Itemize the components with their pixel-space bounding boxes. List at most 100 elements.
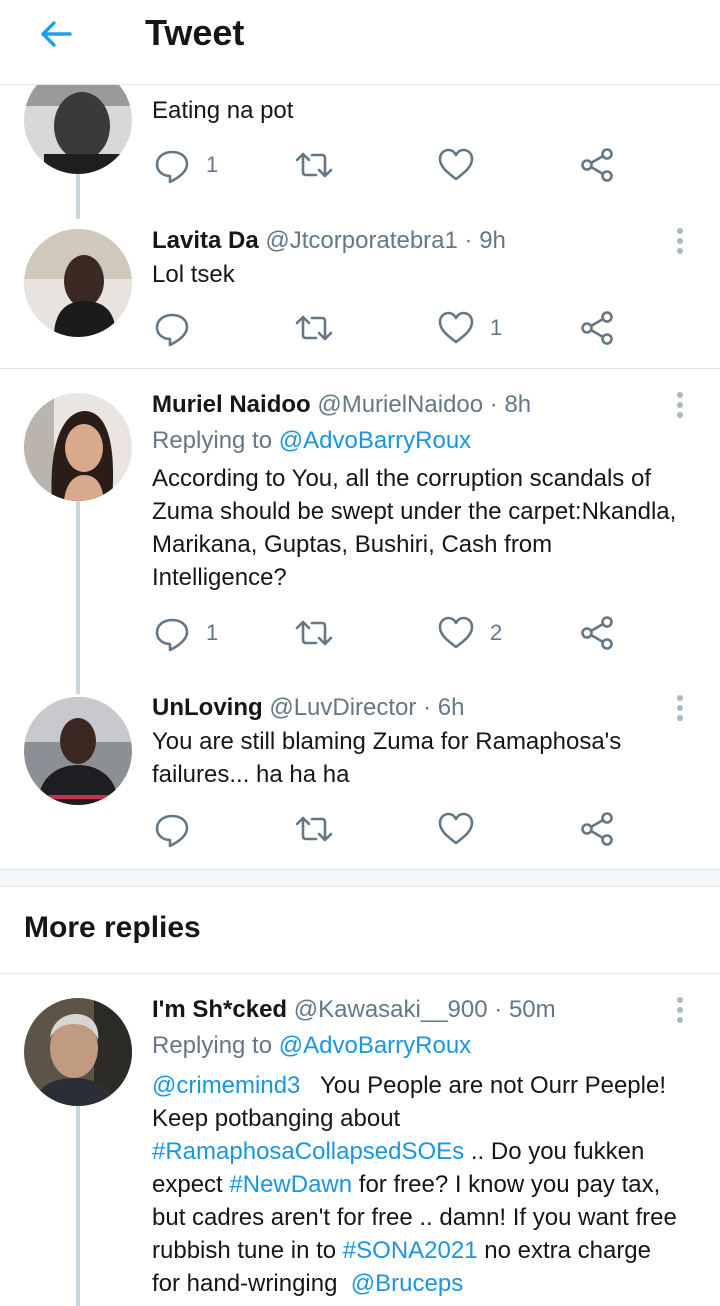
replying-to-label: Replying to bbox=[152, 427, 273, 454]
like-count: 1 bbox=[490, 315, 503, 340]
tweet-text-segment: rubbish tune in to bbox=[152, 1237, 337, 1264]
tweet[interactable]: I'm Sh*cked @Kawasaki__900 · 50m Replyin… bbox=[0, 974, 720, 1306]
hashtag-link[interactable]: #RamaphosaCollapsedSOEs bbox=[152, 1138, 464, 1165]
share-icon bbox=[581, 311, 613, 345]
timestamp: 9h bbox=[479, 227, 506, 254]
reply-button[interactable] bbox=[152, 809, 192, 849]
avatar[interactable] bbox=[24, 697, 132, 805]
timestamp: 6h bbox=[437, 694, 465, 721]
like-button[interactable]: 1 bbox=[436, 308, 502, 348]
more-vertical-icon[interactable] bbox=[668, 690, 692, 726]
like-icon bbox=[438, 616, 474, 649]
back-arrow-icon[interactable] bbox=[36, 14, 76, 54]
share-button[interactable] bbox=[578, 613, 618, 653]
separator-dot: · bbox=[494, 996, 503, 1023]
separator-dot: · bbox=[464, 227, 473, 254]
mention-link[interactable]: @AdvoBarryRoux bbox=[279, 427, 471, 454]
tweet-meta: Muriel Naidoo @MurielNaidoo · 8h bbox=[152, 391, 531, 419]
retweet-icon bbox=[295, 620, 333, 646]
retweet-button[interactable] bbox=[294, 145, 334, 185]
tweet[interactable]: Lavita Da @Jtcorporatebra1 · 9h Lol tsek… bbox=[0, 175, 720, 368]
retweet-button[interactable] bbox=[294, 809, 334, 849]
tweet-text: You are still blaming Zuma for Ramaphosa… bbox=[152, 725, 712, 791]
share-button[interactable] bbox=[578, 145, 618, 185]
replying-to: Replying to @AdvoBarryRoux bbox=[152, 1032, 471, 1060]
avatar[interactable] bbox=[24, 393, 132, 501]
user-handle[interactable]: @LuvDirector bbox=[269, 694, 416, 721]
tweet-text-line: but cadres aren't for free .. damn! If y… bbox=[152, 1204, 677, 1231]
thread-line bbox=[76, 175, 80, 195]
mention-link[interactable]: @Bruceps bbox=[351, 1270, 463, 1297]
tweet-text-line: expect #NewDawn for free? I know you pay… bbox=[152, 1168, 720, 1201]
top-bar: Tweet bbox=[0, 0, 720, 85]
tweet-text-line: #RamaphosaCollapsedSOEs .. Do you fukken bbox=[152, 1135, 720, 1168]
reply-button[interactable] bbox=[152, 308, 192, 348]
display-name[interactable]: Muriel Naidoo bbox=[152, 391, 311, 418]
reply-icon bbox=[155, 313, 189, 347]
tweet[interactable]: UnLoving @LuvDirector · 6h You are still… bbox=[0, 674, 720, 869]
tweet-actions: 1 bbox=[152, 145, 622, 185]
hashtag-link[interactable]: #SONA2021 bbox=[343, 1237, 478, 1264]
tweet-actions: 1 2 bbox=[152, 613, 622, 653]
like-button[interactable] bbox=[436, 809, 476, 849]
avatar[interactable] bbox=[24, 229, 132, 337]
tweet[interactable]: Muriel Naidoo @MurielNaidoo · 8h Replyin… bbox=[0, 369, 720, 694]
tweet-text-line: failures... ha ha ha bbox=[152, 761, 350, 788]
tweet-text-line: Intelligence? bbox=[152, 564, 287, 591]
tweet-text-segment: no extra charge bbox=[484, 1237, 652, 1264]
thread-line bbox=[76, 501, 80, 694]
reply-button[interactable]: 1 bbox=[152, 145, 218, 185]
tweet-text: @crimemind3 You People are not Ourr Peep… bbox=[152, 1069, 720, 1300]
tweet-text-line: According to You, all the corruption sca… bbox=[152, 465, 651, 492]
retweet-button[interactable] bbox=[294, 308, 334, 348]
tweet-text-segment: expect bbox=[152, 1171, 223, 1198]
retweet-button[interactable] bbox=[294, 613, 334, 653]
section-gap bbox=[0, 869, 720, 887]
share-button[interactable] bbox=[578, 809, 618, 849]
separator-dot: · bbox=[489, 391, 498, 418]
tweet-text-line: Marikana, Guptas, Bushiri, Cash from bbox=[152, 531, 553, 558]
like-button[interactable]: 2 bbox=[436, 613, 502, 653]
replying-to: Replying to @AdvoBarryRoux bbox=[152, 427, 471, 455]
reply-icon bbox=[155, 150, 189, 184]
user-handle[interactable]: @Kawasaki__900 bbox=[294, 996, 488, 1023]
display-name[interactable]: I'm Sh*cked bbox=[152, 996, 287, 1023]
hashtag-link[interactable]: #NewDawn bbox=[229, 1171, 352, 1198]
replying-to-label: Replying to bbox=[152, 1032, 273, 1059]
mention-link[interactable]: @AdvoBarryRoux bbox=[279, 1032, 471, 1059]
reply-button[interactable]: 1 bbox=[152, 613, 218, 653]
mention-link[interactable]: @crimemind3 bbox=[152, 1072, 300, 1099]
reply-count: 1 bbox=[206, 620, 219, 645]
display-name[interactable]: UnLoving bbox=[152, 694, 263, 721]
tweet-actions bbox=[152, 809, 622, 849]
page-title: Tweet bbox=[145, 12, 245, 53]
more-vertical-icon[interactable] bbox=[668, 223, 692, 259]
timestamp: 8h bbox=[504, 391, 532, 418]
tweet-text: According to You, all the corruption sca… bbox=[152, 462, 712, 594]
tweet-text-line: You are still blaming Zuma for Ramaphosa… bbox=[152, 728, 622, 755]
more-vertical-icon[interactable] bbox=[668, 992, 692, 1028]
tweet-text-line: rubbish tune in to #SONA2021 no extra ch… bbox=[152, 1234, 720, 1267]
display-name[interactable]: Lavita Da bbox=[152, 227, 259, 254]
tweet-text-segment: for hand-wringing bbox=[152, 1270, 338, 1297]
share-button[interactable] bbox=[578, 308, 618, 348]
like-button[interactable] bbox=[436, 145, 476, 185]
more-vertical-icon[interactable] bbox=[668, 387, 692, 423]
retweet-icon bbox=[295, 152, 333, 178]
like-icon bbox=[438, 148, 474, 181]
reply-icon bbox=[155, 618, 189, 652]
share-icon bbox=[581, 148, 613, 182]
tweet-meta: Lavita Da @Jtcorporatebra1 · 9h bbox=[152, 227, 506, 255]
user-handle[interactable]: @MurielNaidoo bbox=[317, 391, 483, 418]
more-replies-heading: More replies bbox=[24, 911, 201, 944]
avatar[interactable] bbox=[24, 998, 132, 1106]
tweet-text: Eating na pot bbox=[152, 97, 294, 124]
like-icon bbox=[438, 311, 474, 344]
tweet-actions: 1 bbox=[152, 308, 622, 348]
timestamp: 50m bbox=[508, 996, 556, 1023]
reply-icon bbox=[155, 814, 189, 848]
thread-line bbox=[76, 1106, 80, 1306]
retweet-icon bbox=[295, 315, 333, 341]
like-count: 2 bbox=[490, 620, 503, 645]
user-handle[interactable]: @Jtcorporatebra1 bbox=[265, 227, 457, 254]
